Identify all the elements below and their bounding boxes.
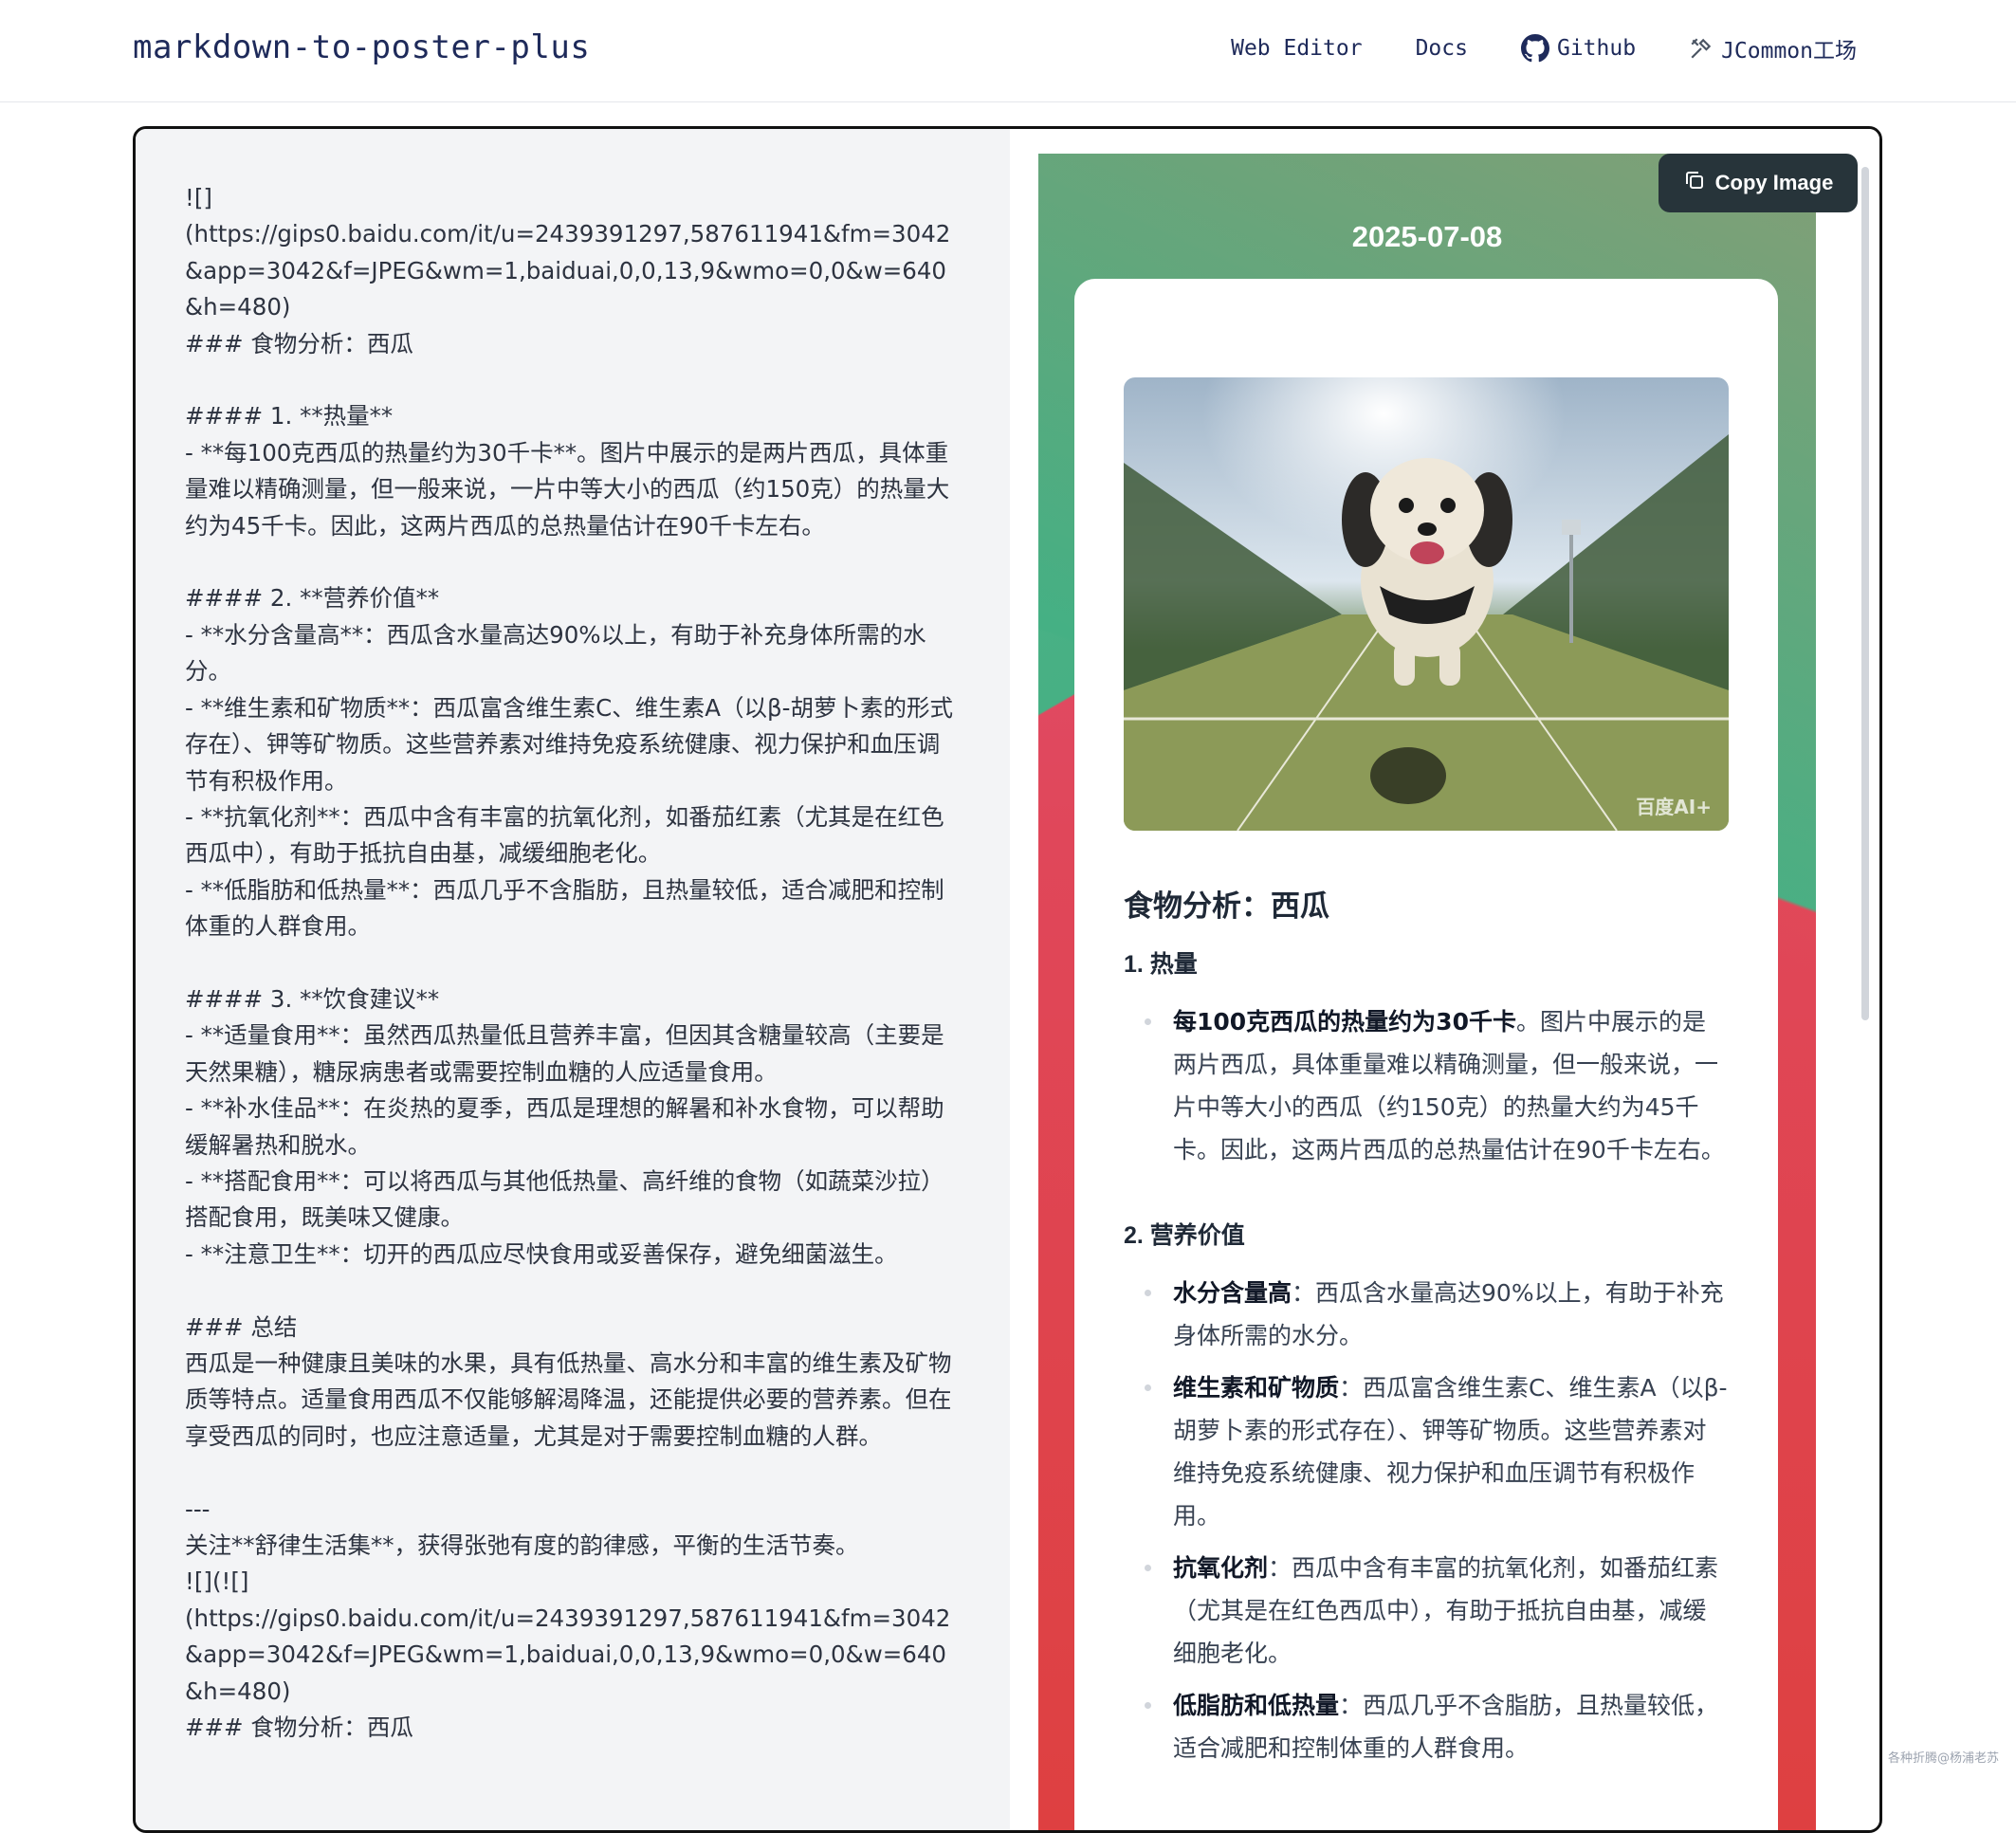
nav-web-editor-link[interactable]: Web Editor: [1231, 36, 1362, 61]
copy-icon: [1683, 169, 1706, 197]
nav-jcommon-link[interactable]: JCommon工场: [1689, 32, 1857, 64]
poster-date: 2025-07-08: [1038, 220, 1816, 254]
copy-image-button[interactable]: Copy Image: [1659, 154, 1858, 212]
markdown-textarea[interactable]: ![] (https://gips0.baidu.com/it/u=243939…: [185, 180, 961, 1746]
copy-image-label: Copy Image: [1715, 171, 1834, 195]
nav-docs-link[interactable]: Docs: [1416, 36, 1468, 61]
preview-scrollbar[interactable]: [1861, 167, 1869, 1020]
list-item: 水分含量高：西瓜含水量高达90%以上，有助于补充身体所需的水分。: [1173, 1272, 1729, 1357]
poster-title: 食物分析：西瓜: [1124, 882, 1729, 925]
section-heading: 1. 热量: [1124, 945, 1729, 980]
list-item: 维生素和矿物质：西瓜富含维生素C、维生素A（以β-胡萝卜素的形式存在）、钾等矿物…: [1173, 1366, 1729, 1537]
nav-github-label: Github: [1557, 36, 1636, 61]
nav-docs-label: Docs: [1416, 36, 1468, 61]
editor-preview-frame: ![] (https://gips0.baidu.com/it/u=243939…: [133, 126, 1882, 1833]
poster: 2025-07-08: [1038, 154, 1816, 1833]
list-item: 每100克西瓜的热量约为30千卡。图片中展示的是两片西瓜，具体重量难以精确测量，…: [1173, 1000, 1729, 1171]
poster-preview-pane: 2025-07-08: [1010, 129, 1882, 1830]
image-watermark: 百度AI+: [1636, 792, 1712, 819]
list-item: 低脂肪和低热量：西瓜几乎不含脂肪，且热量较低，适合减肥和控制体重的人群食用。: [1173, 1684, 1729, 1769]
footer-credit: 各种折腾@杨浦老苏: [1888, 1748, 1999, 1766]
tools-icon: [1689, 36, 1714, 61]
nav-web-editor-label: Web Editor: [1231, 36, 1362, 61]
section-heading: 2. 营养价值: [1124, 1217, 1729, 1251]
top-navbar: markdown-to-poster-plus Web Editor Docs …: [0, 0, 2016, 102]
list-item-bold: 维生素和矿物质: [1173, 1374, 1339, 1402]
list-item: 抗氧化剂：西瓜中含有丰富的抗氧化剂，如番茄红素（尤其是在红色西瓜中），有助于抵抗…: [1173, 1547, 1729, 1675]
list-item-bold: 水分含量高: [1173, 1279, 1292, 1307]
nav-jcommon-label: JCommon工场: [1721, 32, 1857, 64]
github-icon: [1521, 34, 1549, 63]
main-nav: Web Editor Docs Github JCommon工场: [1231, 32, 1857, 64]
brand-title[interactable]: markdown-to-poster-plus: [133, 28, 590, 66]
list-item-bold: 每100克西瓜的热量约为30千卡: [1173, 1008, 1516, 1036]
section-list: 每100克西瓜的热量约为30千卡。图片中展示的是两片西瓜，具体重量难以精确测量，…: [1124, 1000, 1729, 1171]
nav-github-link[interactable]: Github: [1521, 34, 1636, 63]
section-list: 水分含量高：西瓜含水量高达90%以上，有助于补充身体所需的水分。 维生素和矿物质…: [1124, 1272, 1729, 1769]
list-item-bold: 抗氧化剂: [1173, 1554, 1268, 1582]
poster-image: 百度AI+: [1124, 377, 1729, 831]
poster-card: 百度AI+ 食物分析：西瓜 1. 热量 每100克西瓜的热量约为30千卡。图片中…: [1074, 279, 1778, 1833]
markdown-editor[interactable]: ![] (https://gips0.baidu.com/it/u=243939…: [136, 129, 1010, 1830]
list-item-bold: 低脂肪和低热量: [1173, 1692, 1339, 1719]
